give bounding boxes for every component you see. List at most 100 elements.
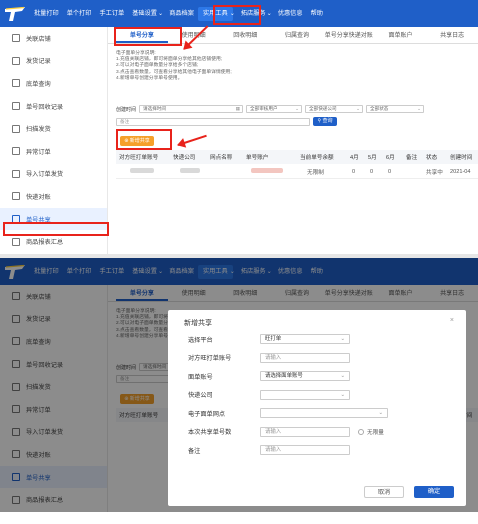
nav-item-8[interactable]: 帮助 (307, 0, 327, 27)
sidebar: 关联店铺 发货记录 底单查询 单号回收记录 扫描发货 异常订单 导入订单发货 快递对账 单号共享… (0, 27, 108, 254)
highlight-box-tools-menu (213, 5, 261, 25)
date-range-input[interactable]: 请选择时间 ▦ (139, 105, 244, 113)
sidebar-item-icon (12, 169, 20, 178)
chevron-down-icon: ⌄ (295, 106, 300, 111)
tab-2[interactable]: 回收明细 (219, 29, 271, 43)
field-select[interactable]: ⌄ (260, 389, 350, 400)
chevron-down-icon: ⌄ (266, 10, 272, 17)
sidebar-item-label: 关联店铺 (26, 35, 51, 43)
column-header: 4月 (350, 155, 359, 161)
tab-4[interactable]: 单号分享快递对账 (323, 29, 375, 43)
sidebar-item-label: 商品报表汇总 (26, 239, 64, 247)
courier-company-select[interactable]: 全部快递公司 ⌄ (305, 105, 364, 113)
field-label: 备注 (188, 447, 201, 455)
field-input[interactable]: 请输入 (260, 426, 350, 437)
share-instructions: 电子面单分享说明:1.充值关联店铺，即可将面单分享给其他店铺使用;2.可以对电子… (116, 51, 232, 82)
column-header: 5月 (368, 155, 377, 161)
remark-input[interactable]: 备注 (116, 117, 310, 126)
sidebar-item-icon (12, 79, 20, 88)
filter-row-2: 备注 ⚲ 查询 (116, 117, 337, 126)
sidebar-item-3[interactable]: 单号回收记录 (0, 95, 107, 118)
main-nav: 批量打印 单个打印 手工订单 基础设置 ⌄ 商品档案 实用工具 ⌄ 拓店服务 ⌄ 优惠信息 帮助 (30, 0, 327, 27)
unlimited-radio[interactable]: 无限量 (358, 428, 384, 436)
tab-3[interactable]: 归属查询 (271, 29, 323, 43)
chevron-down-icon: ⌄ (158, 10, 164, 17)
calendar-icon: ▦ (235, 106, 241, 111)
field-input[interactable]: 请输入 (260, 445, 350, 455)
april-cell: 0 (352, 168, 356, 175)
nav-item-2[interactable]: 手工订单 (96, 0, 129, 27)
field-label: 快递公司 (188, 392, 213, 399)
field-label: 选择平台 (188, 336, 213, 344)
field-value: 请输入 (265, 447, 282, 453)
field-value: 请输入 (265, 354, 282, 361)
sidebar-item-icon (12, 237, 20, 246)
redacted-account (130, 168, 154, 173)
sidebar-item-1[interactable]: 发货记录 (0, 50, 107, 73)
cancel-button[interactable]: 取消 (364, 486, 404, 498)
note-line: 4.新增单号创建分享单号使用。 (116, 75, 183, 81)
sidebar-item-label: 快递对账 (26, 193, 51, 201)
column-header: 网点名称 (210, 155, 233, 161)
column-header: 单号账户 (246, 155, 269, 161)
sidebar-item-icon (12, 34, 20, 43)
field-select[interactable]: 请选择面单账号 ⌄ (260, 371, 350, 381)
column-header: 6月 (386, 155, 395, 161)
chevron-down-icon: ⌄ (340, 391, 345, 398)
nav-item-0[interactable]: 批量打印 (30, 0, 63, 27)
table-row[interactable]: 无限制 0 0 0 共享中 2021-04 (116, 165, 478, 179)
sidebar-item-6[interactable]: 导入订单发货 (0, 163, 107, 186)
close-icon[interactable]: × (450, 317, 454, 324)
confirm-button[interactable]: 确定 (414, 486, 454, 498)
sidebar-item-icon (12, 147, 20, 156)
search-button[interactable]: ⚲ 查询 (313, 117, 337, 126)
chevron-down-icon: ⌄ (340, 336, 345, 342)
sidebar-item-2[interactable]: 底单查询 (0, 72, 107, 95)
sidebar-item-4[interactable]: 扫描发货 (0, 117, 107, 140)
sidebar-item-5[interactable]: 异常订单 (0, 140, 107, 163)
redacted-waybill-account (251, 168, 283, 173)
field-value: 请输入 (265, 428, 282, 435)
sidebar-item-label: 扫描发货 (26, 126, 51, 134)
field-select[interactable]: 旺打单 ⌄ (260, 334, 350, 344)
nav-item-4[interactable]: 商品档案 (165, 0, 198, 27)
column-header: 当前单号余额 (300, 155, 334, 161)
sidebar-item-icon (12, 192, 20, 201)
field-label: 本次共享单号数 (188, 429, 232, 436)
audit-user-select[interactable]: 全部审核用户 ⌄ (246, 105, 303, 113)
june-cell: 0 (388, 168, 392, 175)
tab-6[interactable]: 共享日志 (426, 29, 478, 43)
field-value: 请选择面单账号 (265, 373, 303, 379)
sidebar-item-0[interactable]: 关联店铺 (0, 27, 107, 50)
column-header: 创建时间 (450, 155, 473, 161)
status-select[interactable]: 全部状态 ⌄ (366, 105, 425, 113)
tab-5[interactable]: 面单账户 (375, 29, 427, 43)
sidebar-item-label: 底单查询 (26, 80, 51, 88)
form-row-5: 本次共享单号数 请输入 无限量 (188, 426, 384, 437)
field-select[interactable]: ⌄ (260, 408, 388, 418)
column-header: 备注 (406, 155, 418, 161)
field-input[interactable]: 请输入 (260, 352, 350, 363)
highlight-box-add-button (116, 129, 172, 150)
sidebar-item-7[interactable]: 快递对账 (0, 185, 107, 208)
form-row-1: 对方旺打单账号 请输入 (188, 352, 350, 363)
created-cell: 2021-04 (450, 168, 471, 175)
form-row-6: 备注 请输入 (188, 445, 350, 455)
balance-cell: 无限制 (307, 169, 324, 176)
highlight-box-share-tab (114, 27, 182, 46)
form-row-0: 选择平台 旺打单 ⌄ (188, 334, 350, 344)
nav-item-7[interactable]: 优惠信息 (274, 0, 307, 27)
column-header: 对方旺打单账号 (119, 155, 159, 161)
status-cell: 共享中 (426, 169, 443, 176)
nav-item-1[interactable]: 单个打印 (63, 0, 96, 27)
screenshot-panel-list: 批量打印 单个打印 手工订单 基础设置 ⌄ 商品档案 实用工具 ⌄ 拓店服务 ⌄ 优惠信息 帮助 关联… (0, 0, 478, 254)
date-filter-label: 创建时间 (116, 106, 137, 113)
column-header: 状态 (426, 155, 438, 161)
sidebar-item-label: 异常订单 (26, 148, 51, 156)
sidebar-item-icon (12, 56, 20, 65)
nav-item-3[interactable]: 基础设置 (128, 0, 161, 27)
chevron-down-icon: ⌄ (356, 106, 361, 111)
chevron-down-icon: ⌄ (340, 373, 345, 379)
app-logo (0, 0, 30, 27)
sidebar-item-label: 单号回收记录 (26, 103, 64, 111)
